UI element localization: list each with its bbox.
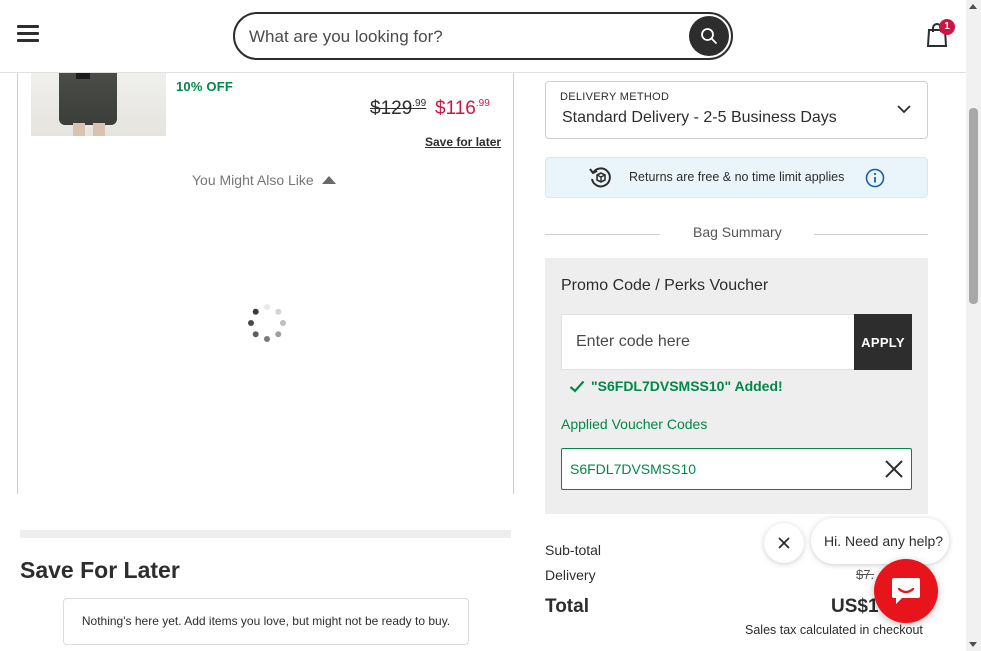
- total-label: Total: [545, 596, 589, 617]
- bag-items-panel: 10% OFF $129.99 $116.99 Save for later Y…: [17, 73, 514, 494]
- returns-info-banner: Returns are free & no time limit applies: [545, 157, 928, 198]
- delivery-method-label: DELIVERY METHOD: [560, 91, 670, 103]
- returns-text: Returns are free & no time limit applies: [629, 170, 845, 184]
- subtotal-label: Sub-total: [545, 542, 602, 558]
- scrollbar-thumb[interactable]: [969, 108, 978, 304]
- page-scrollbar[interactable]: [966, 0, 981, 651]
- bag-summary-title: Bag Summary: [693, 224, 782, 240]
- applied-voucher-code: S6FDL7DVSMSS10: [570, 461, 697, 477]
- chat-icon: [892, 578, 920, 604]
- menu-icon[interactable]: [17, 25, 39, 43]
- search-input[interactable]: [249, 24, 669, 50]
- checkmark-icon: [569, 380, 585, 393]
- search-icon: [701, 28, 717, 44]
- voucher-added-text: "S6FDL7DVSMSS10" Added!: [591, 378, 783, 394]
- you-might-also-like-toggle[interactable]: You Might Also Like: [192, 172, 336, 188]
- total-value: US$1: [831, 596, 879, 617]
- applied-voucher-chip: S6FDL7DVSMSS10: [561, 448, 912, 490]
- search-bar: [233, 12, 733, 60]
- site-header: 1: [0, 0, 966, 73]
- chat-launcher-button[interactable]: [874, 559, 938, 623]
- close-icon: [778, 537, 790, 549]
- save-for-later-empty-message: Nothing's here yet. Add items you love, …: [63, 598, 469, 645]
- sales-tax-note: Sales tax calculated in checkout: [745, 623, 923, 637]
- chat-greeting-bubble[interactable]: Hi. Need any help?: [811, 518, 949, 564]
- loading-spinner-icon: [248, 304, 286, 342]
- chevron-down-icon: [897, 105, 911, 114]
- info-icon[interactable]: [865, 168, 885, 188]
- returns-icon: [589, 167, 611, 188]
- promo-title: Promo Code / Perks Voucher: [561, 277, 769, 294]
- you-might-also-like-label: You Might Also Like: [192, 172, 314, 188]
- apply-button[interactable]: APPLY: [854, 314, 912, 370]
- caret-up-icon: [321, 176, 336, 184]
- promo-code-input[interactable]: [561, 314, 855, 370]
- remove-voucher-icon[interactable]: [884, 459, 904, 479]
- bag-count-badge: 1: [939, 19, 955, 35]
- original-price: $129.99: [370, 98, 427, 119]
- save-for-later-link[interactable]: Save for later: [425, 135, 501, 149]
- scroll-down-arrow-icon[interactable]: [969, 642, 977, 647]
- delivery-cost-label: Delivery: [545, 567, 596, 583]
- promo-code-panel: Promo Code / Perks Voucher APPLY "S6FDL7…: [545, 258, 928, 514]
- delivery-method-select[interactable]: DELIVERY METHOD Standard Delivery - 2-5 …: [545, 81, 928, 139]
- chat-dismiss-button[interactable]: [764, 523, 804, 563]
- delivery-method-value: Standard Delivery - 2-5 Business Days: [562, 109, 837, 126]
- save-for-later-title: Save For Later: [20, 557, 180, 583]
- search-button[interactable]: [689, 16, 729, 56]
- sale-price: $116.99: [435, 98, 490, 119]
- summary-divider-left: [545, 234, 660, 235]
- voucher-added-message: "S6FDL7DVSMSS10" Added!: [569, 378, 783, 394]
- applied-voucher-label: Applied Voucher Codes: [561, 416, 708, 432]
- summary-divider-right: [814, 234, 928, 235]
- product-image[interactable]: [31, 73, 166, 136]
- scroll-up-arrow-icon[interactable]: [969, 4, 977, 9]
- discount-badge: 10% OFF: [176, 79, 234, 94]
- section-divider: [20, 530, 511, 538]
- delivery-cost-value: $7.: [856, 567, 875, 582]
